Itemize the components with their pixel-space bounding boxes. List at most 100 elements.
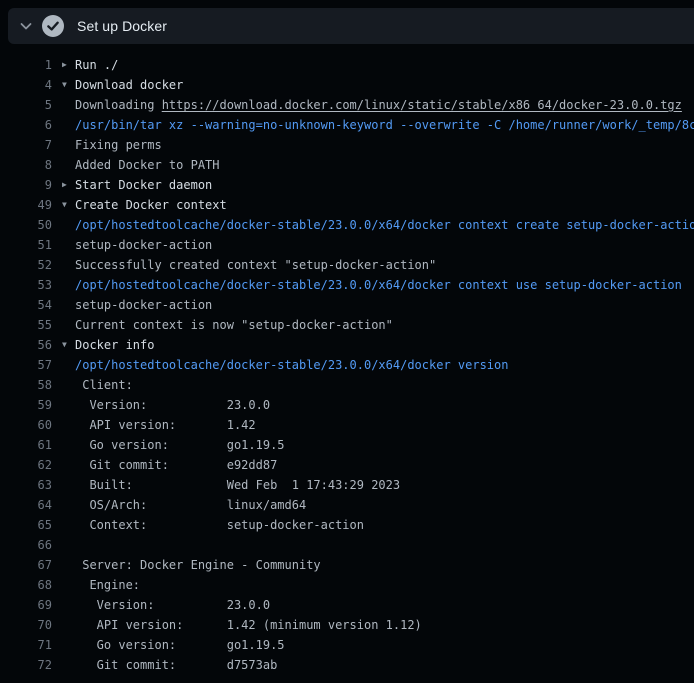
line-number[interactable]: 71	[8, 635, 52, 655]
line-number[interactable]: 56	[8, 335, 52, 355]
log-line: 1▶Run ./	[0, 55, 694, 75]
line-number[interactable]: 63	[8, 475, 52, 495]
group-collapsed-triangle-icon[interactable]: ▶	[52, 175, 75, 195]
log-text: API version: 1.42	[75, 415, 256, 435]
log-line: 55 Current context is now "setup-docker-a…	[0, 315, 694, 335]
group-expanded-triangle-icon[interactable]: ▼	[52, 335, 75, 355]
log-line: 65 Context: setup-docker-action	[0, 515, 694, 535]
log-line: 61 Go version: go1.19.5	[0, 435, 694, 455]
line-number[interactable]: 53	[8, 275, 52, 295]
log-text: /opt/hostedtoolcache/docker-stable/23.0.…	[75, 275, 682, 295]
log-line: 63 Built: Wed Feb 1 17:43:29 2023	[0, 475, 694, 495]
log-text: Git commit: d7573ab	[75, 655, 277, 675]
line-number[interactable]: 69	[8, 595, 52, 615]
line-number[interactable]: 64	[8, 495, 52, 515]
log-text: Version: 23.0.0	[75, 395, 270, 415]
log-text: /opt/hostedtoolcache/docker-stable/23.0.…	[75, 355, 508, 375]
line-number[interactable]: 54	[8, 295, 52, 315]
line-number[interactable]: 50	[8, 215, 52, 235]
log-line: 71 Go version: go1.19.5	[0, 635, 694, 655]
line-number[interactable]: 67	[8, 555, 52, 575]
log-line: 66	[0, 535, 694, 555]
log-text: Engine:	[75, 575, 140, 595]
line-number[interactable]: 1	[8, 55, 52, 75]
log-line: 9▶Start Docker daemon	[0, 175, 694, 195]
line-number[interactable]: 6	[8, 115, 52, 135]
log-text: Git commit: e92dd87	[75, 455, 277, 475]
log-line: 50/opt/hostedtoolcache/docker-stable/23.…	[0, 215, 694, 235]
log-line: 52 Successfully created context "setup-do…	[0, 255, 694, 275]
line-number[interactable]: 5	[8, 95, 52, 115]
log-text: Fixing perms	[75, 135, 162, 155]
log-line: 58 Client:	[0, 375, 694, 395]
group-title[interactable]: Run ./	[75, 55, 118, 75]
log-line: 7 Fixing perms	[0, 135, 694, 155]
line-number[interactable]: 49	[8, 195, 52, 215]
log-link[interactable]: https://download.docker.com/linux/static…	[162, 95, 682, 115]
log-line: 68 Engine:	[0, 575, 694, 595]
line-number[interactable]: 51	[8, 235, 52, 255]
log-line: 49▼Create Docker context	[0, 195, 694, 215]
log-line: 59 Version: 23.0.0	[0, 395, 694, 415]
step-header[interactable]: Set up Docker	[8, 8, 694, 44]
group-title[interactable]: Start Docker daemon	[75, 175, 212, 195]
log-text: Client:	[75, 375, 133, 395]
log-line: 69 Version: 23.0.0	[0, 595, 694, 615]
group-title[interactable]: Download docker	[75, 75, 183, 95]
log-line: 8 Added Docker to PATH	[0, 155, 694, 175]
group-expanded-triangle-icon[interactable]: ▼	[52, 75, 75, 95]
line-number[interactable]: 60	[8, 415, 52, 435]
log-text: Version: 23.0.0	[75, 595, 270, 615]
line-number[interactable]: 58	[8, 375, 52, 395]
line-number[interactable]: 55	[8, 315, 52, 335]
line-number[interactable]: 66	[8, 535, 52, 555]
line-number[interactable]: 8	[8, 155, 52, 175]
group-expanded-triangle-icon[interactable]: ▼	[52, 195, 75, 215]
group-title[interactable]: Docker info	[75, 335, 154, 355]
log-line: 62 Git commit: e92dd87	[0, 455, 694, 475]
log-text: API version: 1.42 (minimum version 1.12)	[75, 615, 422, 635]
line-number[interactable]: 61	[8, 435, 52, 455]
log-text: Built: Wed Feb 1 17:43:29 2023	[75, 475, 400, 495]
log-line: 67 Server: Docker Engine - Community	[0, 555, 694, 575]
line-number[interactable]: 65	[8, 515, 52, 535]
log-output: 1▶Run ./4▼Download docker5Downloading ht…	[0, 44, 694, 683]
line-number[interactable]: 7	[8, 135, 52, 155]
line-number[interactable]: 68	[8, 575, 52, 595]
log-text: /usr/bin/tar xz --warning=no-unknown-key…	[75, 115, 694, 135]
log-line: 57/opt/hostedtoolcache/docker-stable/23.…	[0, 355, 694, 375]
log-text: Go version: go1.19.5	[75, 435, 285, 455]
log-text: /opt/hostedtoolcache/docker-stable/23.0.…	[75, 215, 694, 235]
log-text: Server: Docker Engine - Community	[75, 555, 321, 575]
log-line: 51 setup-docker-action	[0, 235, 694, 255]
log-line: 70 API version: 1.42 (minimum version 1.…	[0, 615, 694, 635]
step-title: Set up Docker	[77, 18, 167, 34]
log-line: 53/opt/hostedtoolcache/docker-stable/23.…	[0, 275, 694, 295]
line-number[interactable]: 9	[8, 175, 52, 195]
check-circle-icon	[42, 15, 64, 37]
log-text: setup-docker-action	[75, 295, 212, 315]
group-title[interactable]: Create Docker context	[75, 195, 227, 215]
log-text: Context: setup-docker-action	[75, 515, 364, 535]
log-line: 72 Git commit: d7573ab	[0, 655, 694, 675]
log-line: 5Downloading https://download.docker.com…	[0, 95, 694, 115]
line-number[interactable]: 59	[8, 395, 52, 415]
log-line: 6/usr/bin/tar xz --warning=no-unknown-ke…	[0, 115, 694, 135]
log-text: OS/Arch: linux/amd64	[75, 495, 306, 515]
line-number[interactable]: 62	[8, 455, 52, 475]
log-text: setup-docker-action	[75, 235, 212, 255]
log-line: 4▼Download docker	[0, 75, 694, 95]
line-number[interactable]: 52	[8, 255, 52, 275]
chevron-down-icon[interactable]	[18, 18, 34, 34]
log-line: 56▼Docker info	[0, 335, 694, 355]
line-number[interactable]: 72	[8, 655, 52, 675]
log-text: Added Docker to PATH	[75, 155, 220, 175]
line-number[interactable]: 4	[8, 75, 52, 95]
log-text: Successfully created context "setup-dock…	[75, 255, 436, 275]
log-line: 64 OS/Arch: linux/amd64	[0, 495, 694, 515]
log-text: Go version: go1.19.5	[75, 635, 285, 655]
line-number[interactable]: 57	[8, 355, 52, 375]
group-collapsed-triangle-icon[interactable]: ▶	[52, 55, 75, 75]
log-text: Current context is now "setup-docker-act…	[75, 315, 393, 335]
line-number[interactable]: 70	[8, 615, 52, 635]
